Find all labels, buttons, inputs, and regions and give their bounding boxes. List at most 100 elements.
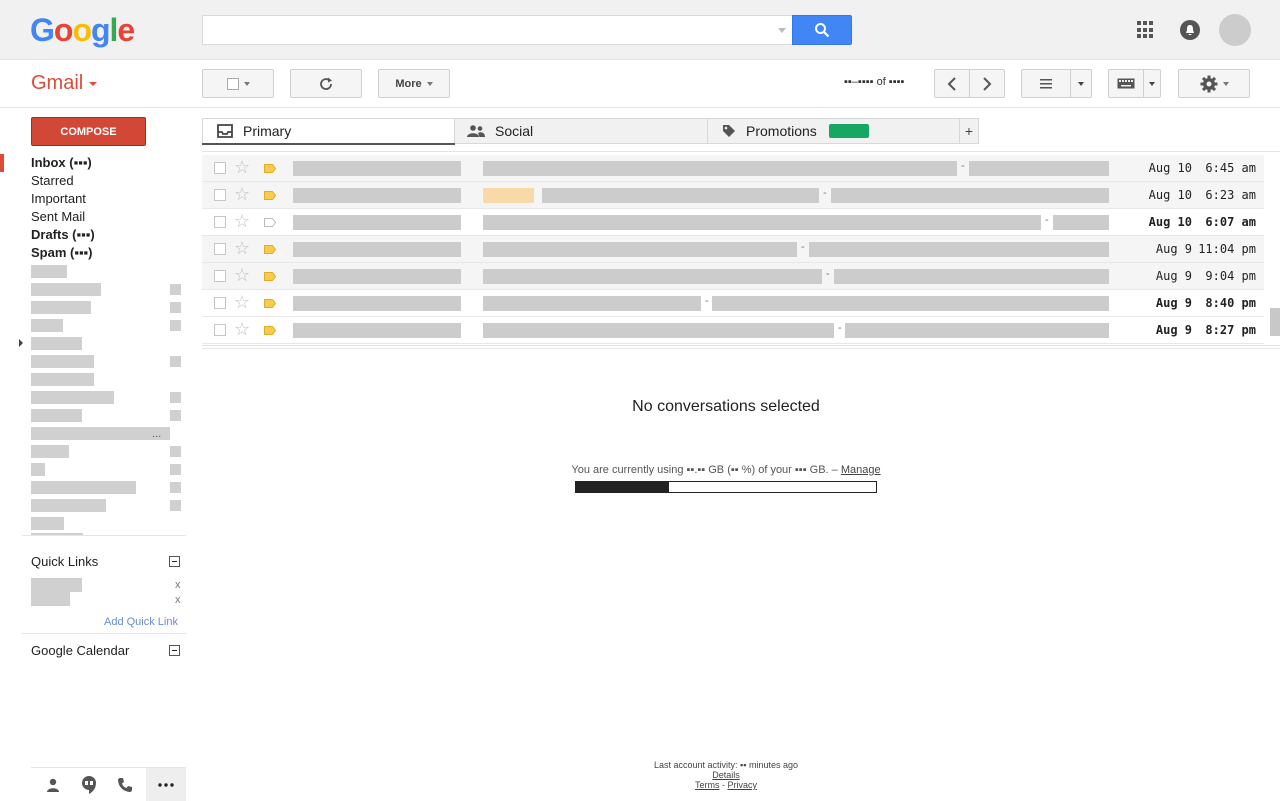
message-row[interactable]: ☆ - Aug 9 8:27 pm xyxy=(202,317,1264,344)
message-row[interactable]: ☆ - Aug 10 6:07 am xyxy=(202,209,1264,236)
importance-marker-icon[interactable] xyxy=(264,326,276,335)
apps-grid-icon[interactable] xyxy=(1137,21,1155,39)
search-input[interactable] xyxy=(202,15,792,45)
label-color-swatch[interactable] xyxy=(170,284,181,295)
label-color-swatch[interactable] xyxy=(170,410,181,421)
star-icon[interactable]: ☆ xyxy=(234,184,250,204)
nav-label-item[interactable] xyxy=(31,517,64,530)
search-options-caret-icon[interactable] xyxy=(778,28,786,33)
collapse-icon[interactable] xyxy=(169,556,180,567)
remove-quick-link-icon[interactable]: x xyxy=(175,579,181,591)
privacy-link[interactable]: Privacy xyxy=(728,780,758,790)
importance-marker-icon[interactable] xyxy=(264,218,276,227)
details-link[interactable]: Details xyxy=(712,770,740,780)
star-icon[interactable]: ☆ xyxy=(234,211,250,231)
label-color-swatch[interactable] xyxy=(170,320,181,331)
add-tab-button[interactable]: + xyxy=(959,118,979,144)
quick-links-title[interactable]: Quick Links xyxy=(31,554,98,569)
phone-icon[interactable] xyxy=(105,768,145,801)
settings-button[interactable] xyxy=(1178,69,1250,98)
remove-quick-link-icon[interactable]: x xyxy=(175,594,181,606)
label-color-swatch[interactable] xyxy=(170,464,181,475)
reading-pane-divider[interactable] xyxy=(202,345,1280,349)
tab-promotions[interactable]: Promotions xyxy=(707,118,960,144)
refresh-button[interactable] xyxy=(290,69,362,98)
message-checkbox[interactable] xyxy=(214,216,226,228)
label-color-swatch[interactable] xyxy=(170,500,181,511)
label-more-icon[interactable]: ... xyxy=(152,428,161,440)
nav-item-drafts[interactable]: Drafts (▪▪▪) xyxy=(31,226,95,244)
nav-label-item[interactable] xyxy=(31,373,94,386)
label-color-swatch[interactable] xyxy=(170,392,181,403)
older-button[interactable] xyxy=(969,69,1005,98)
nav-label-item[interactable] xyxy=(31,355,94,368)
message-checkbox[interactable] xyxy=(214,297,226,309)
bell-icon[interactable] xyxy=(1180,20,1200,40)
nav-label-item[interactable] xyxy=(31,409,82,422)
google-logo[interactable]: Google xyxy=(30,12,135,49)
nav-label-item[interactable] xyxy=(31,283,101,296)
more-options-icon[interactable] xyxy=(146,768,186,801)
importance-marker-icon[interactable] xyxy=(264,272,276,281)
add-quick-link[interactable]: Add Quick Link xyxy=(104,616,178,628)
quick-link-item[interactable] xyxy=(31,578,82,592)
star-icon[interactable]: ☆ xyxy=(234,265,250,285)
message-checkbox[interactable] xyxy=(214,324,226,336)
message-row[interactable]: ☆ - Aug 9 11:04 pm xyxy=(202,236,1264,263)
star-icon[interactable]: ☆ xyxy=(234,319,250,339)
compose-button[interactable]: COMPOSE xyxy=(31,117,146,146)
nav-label-item[interactable] xyxy=(31,499,106,512)
scrollbar-thumb[interactable] xyxy=(1270,308,1280,336)
message-checkbox[interactable] xyxy=(214,270,226,282)
manage-storage-link[interactable]: Manage xyxy=(841,464,881,476)
message-row[interactable]: ☆ - Aug 10 6:23 am xyxy=(202,182,1264,209)
select-checkbox-button[interactable] xyxy=(202,69,274,98)
label-color-swatch[interactable] xyxy=(170,446,181,457)
nav-item-starred[interactable]: Starred xyxy=(31,172,74,190)
account-avatar[interactable] xyxy=(1219,14,1251,46)
star-icon[interactable]: ☆ xyxy=(234,238,250,258)
label-color-swatch[interactable] xyxy=(170,482,181,493)
collapse-icon[interactable] xyxy=(169,645,180,656)
importance-marker-icon[interactable] xyxy=(264,191,276,200)
expand-arrow-icon[interactable] xyxy=(19,339,23,347)
message-checkbox[interactable] xyxy=(214,189,226,201)
nav-label-item[interactable] xyxy=(31,391,114,404)
split-pane-button[interactable] xyxy=(1021,69,1071,98)
message-checkbox[interactable] xyxy=(214,243,226,255)
message-row[interactable]: ☆ - Aug 9 9:04 pm xyxy=(202,263,1264,290)
label-color-swatch[interactable] xyxy=(170,302,181,313)
nav-item-spam[interactable]: Spam (▪▪▪) xyxy=(31,244,93,262)
nav-label-item[interactable] xyxy=(31,337,82,350)
nav-item-important[interactable]: Important xyxy=(31,190,86,208)
message-checkbox[interactable] xyxy=(214,162,226,174)
nav-label-item[interactable] xyxy=(31,301,91,314)
search-button[interactable] xyxy=(792,15,852,45)
nav-label-item[interactable] xyxy=(31,445,69,458)
nav-label-item[interactable] xyxy=(31,427,170,440)
star-icon[interactable]: ☆ xyxy=(234,157,250,177)
tab-primary[interactable]: Primary xyxy=(202,118,455,144)
importance-marker-icon[interactable] xyxy=(264,245,276,254)
nav-label-item[interactable] xyxy=(31,319,63,332)
importance-marker-icon[interactable] xyxy=(264,299,276,308)
star-icon[interactable]: ☆ xyxy=(234,292,250,312)
nav-label-item[interactable] xyxy=(31,265,67,278)
nav-label-item[interactable] xyxy=(31,463,45,476)
google-calendar-title[interactable]: Google Calendar xyxy=(31,643,129,658)
nav-label-item[interactable] xyxy=(31,481,136,494)
tab-social[interactable]: Social xyxy=(454,118,708,144)
nav-item-sent-mail[interactable]: Sent Mail xyxy=(31,208,85,226)
label-color-swatch[interactable] xyxy=(170,356,181,367)
split-pane-menu[interactable] xyxy=(1070,69,1092,98)
more-button[interactable]: More xyxy=(378,69,450,98)
input-tools-button[interactable] xyxy=(1108,69,1144,98)
input-tools-menu[interactable] xyxy=(1143,69,1161,98)
nav-item-inbox[interactable]: Inbox (▪▪▪) xyxy=(31,154,92,172)
gmail-app-switcher[interactable]: Gmail xyxy=(31,72,98,95)
hangouts-icon[interactable] xyxy=(69,768,109,801)
terms-link[interactable]: Terms xyxy=(695,780,720,790)
message-row[interactable]: ☆ - Aug 9 8:40 pm xyxy=(202,290,1264,317)
quick-link-item[interactable] xyxy=(31,592,70,606)
contacts-icon[interactable] xyxy=(33,768,73,801)
